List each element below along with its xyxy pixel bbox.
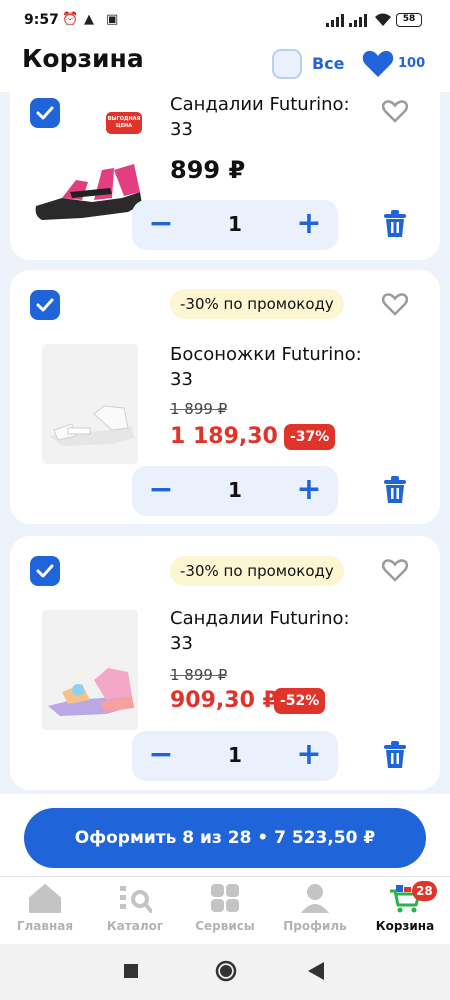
catalog-icon — [120, 886, 152, 913]
quantity-stepper: − 1 + — [132, 731, 338, 781]
notification-icon: ▣ — [106, 12, 119, 27]
increase-quantity-button[interactable]: + — [294, 209, 324, 240]
product-image-pastel-sandals[interactable] — [42, 610, 138, 730]
nav-home[interactable]: Главная — [0, 883, 90, 933]
increase-quantity-button[interactable]: + — [294, 475, 324, 506]
profile-icon — [301, 884, 329, 913]
item-checkbox[interactable] — [30, 98, 60, 128]
checkout-bar: Оформить 8 из 28 • 7 523,50 ₽ — [0, 794, 450, 876]
status-time: 9:57 — [24, 12, 59, 28]
alarm-icon: ⏰ — [62, 12, 79, 27]
trash-icon[interactable] — [382, 476, 408, 504]
promo-tag: -30% по промокоду — [170, 289, 344, 319]
check-icon — [36, 298, 54, 312]
favorites-count[interactable]: 100 — [398, 56, 425, 71]
trash-icon[interactable] — [382, 210, 408, 238]
services-icon — [211, 884, 239, 912]
battery-indicator: 58 — [396, 13, 422, 27]
sale-price: 1 189,30 ₽ — [170, 424, 301, 449]
select-all-checkbox[interactable] — [272, 49, 302, 79]
sale-price: 909,30 ₽ — [170, 688, 278, 713]
cart-item-card: -30% по промокоду Сандалии Futurino: 33 … — [10, 536, 440, 790]
checkout-button[interactable]: Оформить 8 из 28 • 7 523,50 ₽ — [24, 808, 426, 868]
product-name[interactable]: Сандалии Futurino: 33 — [170, 606, 370, 656]
nav-services[interactable]: Сервисы — [180, 883, 270, 933]
promo-tag: -30% по промокоду — [170, 556, 344, 586]
recent-apps-icon[interactable] — [124, 964, 138, 978]
discount-badge: -37% — [284, 424, 336, 450]
product-name[interactable]: Босоножки Futurino: 33 — [170, 342, 370, 392]
decrease-quantity-button[interactable]: − — [146, 209, 176, 240]
trash-icon[interactable] — [382, 741, 408, 769]
decrease-quantity-button[interactable]: − — [146, 475, 176, 506]
favorite-heart-icon[interactable] — [382, 293, 408, 317]
check-icon — [36, 564, 54, 578]
status-bar: 9:57 ⏰ ▲ ▣ 58 — [0, 0, 450, 40]
item-checkbox[interactable] — [30, 556, 60, 586]
nav-label: Каталог — [106, 919, 164, 933]
nav-cart[interactable]: 28 Корзина — [360, 881, 450, 933]
nav-label: Сервисы — [195, 919, 255, 933]
item-checkbox[interactable] — [30, 290, 60, 320]
wifi-icon — [375, 13, 391, 26]
quantity-value: 1 — [228, 478, 242, 502]
back-icon[interactable] — [308, 962, 324, 980]
nav-label: Главная — [16, 919, 74, 933]
cart-count-badge: 28 — [412, 881, 437, 901]
best-price-badge: ВЫГОДНАЯ ЦЕНА — [106, 112, 142, 134]
quantity-stepper: − 1 + — [132, 466, 338, 516]
system-navigation-bar — [0, 944, 450, 1000]
nav-label: Корзина — [375, 919, 435, 933]
quantity-value: 1 — [228, 743, 242, 767]
bottom-navigation: Главная Каталог Сервисы Профиль 28 Корзи… — [0, 876, 450, 944]
product-price: 899 ₽ — [170, 156, 246, 184]
product-image — [48, 668, 134, 716]
decrease-quantity-button[interactable]: − — [146, 740, 176, 771]
nav-catalog[interactable]: Каталог — [90, 883, 180, 933]
app-header: Корзина Все 100 — [0, 40, 450, 92]
quantity-stepper: − 1 + — [132, 200, 338, 250]
product-image-white-sandals[interactable] — [42, 344, 138, 464]
favorite-heart-icon[interactable] — [382, 559, 408, 583]
favorites-heart-icon[interactable] — [362, 49, 394, 79]
select-all-label[interactable]: Все — [312, 54, 345, 73]
page-title: Корзина — [22, 44, 144, 73]
nav-profile[interactable]: Профиль — [270, 883, 360, 933]
favorite-heart-icon[interactable] — [382, 100, 408, 124]
product-image — [50, 405, 134, 446]
home-icon — [29, 884, 61, 913]
increase-quantity-button[interactable]: + — [294, 740, 324, 771]
mountain-icon: ▲ — [84, 12, 94, 27]
old-price: 1 899 ₽ — [170, 666, 228, 684]
quantity-value: 1 — [228, 212, 242, 236]
cart-item-card: ВЫГОДНАЯ ЦЕНА Сандалии Futurino: 33 899 … — [10, 92, 440, 260]
cart-item-card: -30% по промокоду Босоножки Futurino: 33… — [10, 270, 440, 524]
product-image-sandals-black-pink — [35, 164, 142, 220]
discount-badge: -52% — [274, 688, 326, 714]
old-price: 1 899 ₽ — [170, 400, 228, 418]
nav-label: Профиль — [283, 919, 347, 933]
check-icon — [36, 106, 54, 120]
signal-icon — [326, 14, 367, 27]
product-name[interactable]: Сандалии Futurino: 33 — [170, 92, 370, 142]
home-button-icon[interactable] — [214, 959, 238, 983]
